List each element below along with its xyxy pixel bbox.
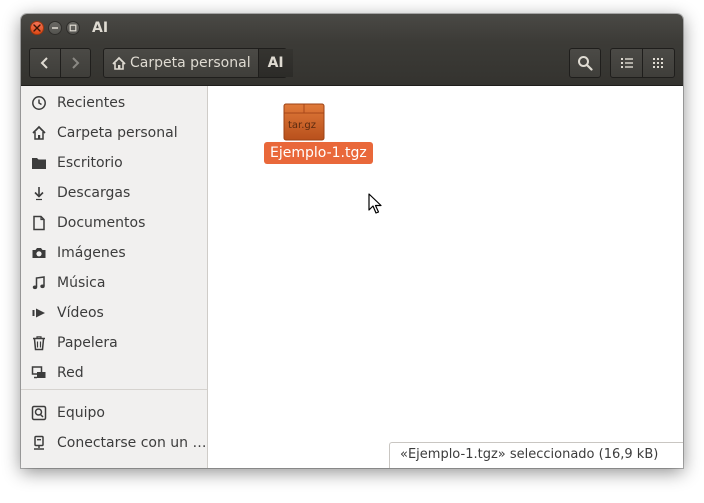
sidebar-item-conectarse[interactable]: Conectarse con un … [21, 428, 207, 458]
back-button[interactable] [30, 49, 60, 77]
camera-icon [31, 245, 47, 261]
sidebar-item-label: Carpeta personal [57, 125, 178, 141]
window-title: AI [92, 20, 109, 36]
document-icon [31, 215, 47, 231]
sidebar-item-label: Conectarse con un … [57, 435, 207, 451]
sidebar-item-recientes[interactable]: Recientes [21, 88, 207, 118]
sidebar-item-label: Descargas [57, 185, 131, 201]
minimize-window-button[interactable] [48, 21, 62, 35]
sidebar-item-label: Imágenes [57, 245, 126, 261]
folder-icon [31, 155, 47, 171]
sidebar-item-carpeta-personal[interactable]: Carpeta personal [21, 118, 207, 148]
chevron-right-icon [72, 57, 80, 69]
search-icon [578, 56, 593, 71]
sidebar-item-equipo[interactable]: Equipo [21, 398, 207, 428]
file-view[interactable]: tar.gz Ejemplo-1.tgz [208, 86, 683, 468]
selection-status: «Ejemplo-1.tgz» seleccionado (16,9 kB) [389, 442, 683, 468]
trash-icon [31, 335, 47, 351]
sidebar-item-papelera[interactable]: Papelera [21, 328, 207, 358]
sidebar-divider [21, 389, 207, 390]
title-bar[interactable]: AI [21, 14, 683, 42]
sidebar-item-label: Red [57, 365, 84, 381]
chevron-left-icon [40, 57, 48, 69]
grid-view-button[interactable] [643, 49, 674, 77]
sidebar-item-label: Música [57, 275, 106, 291]
sidebar-item-videos[interactable]: Vídeos [21, 298, 207, 328]
video-icon [31, 305, 47, 321]
archive-icon-label: tar.gz [288, 120, 317, 131]
path-segment-current[interactable]: AI [257, 49, 293, 77]
path-segment-current-label: AI [267, 55, 284, 71]
header-toolbar: Carpeta personal AI [21, 42, 683, 86]
sidebar-item-musica[interactable]: Música [21, 268, 207, 298]
search-button[interactable] [569, 48, 601, 78]
clock-icon [31, 95, 47, 111]
server-icon [31, 435, 47, 451]
sidebar-item-documentos[interactable]: Documentos [21, 208, 207, 238]
maximize-icon [69, 24, 77, 32]
minimize-icon [52, 27, 58, 29]
view-mode-buttons [610, 48, 675, 78]
navigation-buttons [29, 48, 91, 78]
music-icon [31, 275, 47, 291]
file-item[interactable]: tar.gz Ejemplo-1.tgz [244, 98, 373, 178]
network-icon [31, 365, 47, 381]
list-view-button[interactable] [611, 49, 642, 77]
sidebar-item-label: Documentos [57, 215, 146, 231]
sidebar-item-escritorio[interactable]: Escritorio [21, 148, 207, 178]
computer-icon [31, 405, 47, 421]
maximize-window-button[interactable] [66, 21, 80, 35]
sidebar-item-red[interactable]: Red [21, 358, 207, 388]
sidebar-item-imagenes[interactable]: Imágenes [21, 238, 207, 268]
list-view-icon [620, 58, 633, 68]
home-icon [31, 125, 47, 141]
forward-button[interactable] [61, 49, 91, 77]
close-icon [33, 24, 41, 32]
sidebar-item-label: Recientes [57, 95, 126, 111]
path-segment-home[interactable]: Carpeta personal [104, 49, 258, 77]
file-name-label: Ejemplo-1.tgz [264, 142, 373, 164]
path-bar: Carpeta personal AI [103, 48, 293, 78]
sidebar: Recientes Carpeta personal Escritorio De… [21, 86, 208, 468]
sidebar-item-label: Equipo [57, 405, 105, 421]
home-icon [112, 56, 126, 70]
path-segment-home-label: Carpeta personal [130, 55, 251, 71]
close-window-button[interactable] [30, 21, 44, 35]
file-manager-window: AI Carpeta personal AI Recientes Carpeta… [21, 14, 683, 468]
download-icon [31, 185, 47, 201]
grid-view-icon [653, 58, 664, 68]
sidebar-item-label: Papelera [57, 335, 118, 351]
mouse-pointer-icon [368, 193, 382, 214]
sidebar-item-descargas[interactable]: Descargas [21, 178, 207, 208]
sidebar-item-label: Escritorio [57, 155, 123, 171]
sidebar-item-label: Vídeos [57, 305, 104, 321]
